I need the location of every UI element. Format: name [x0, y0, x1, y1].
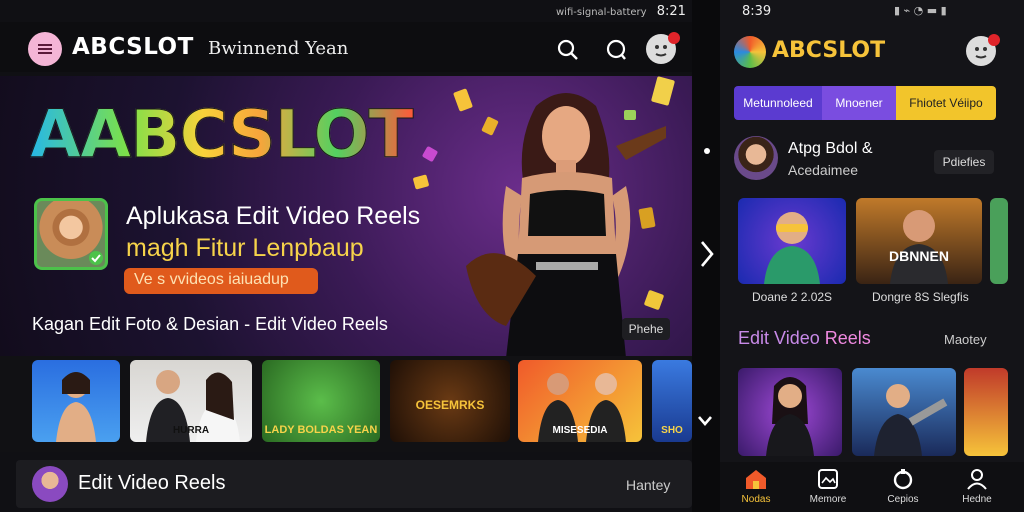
- section-title-a: Edit Video: [738, 328, 820, 348]
- notification-badge: [668, 32, 680, 44]
- brand-subtitle: Bwinnend Yean: [208, 38, 349, 59]
- section-title: Edit Video Reels: [738, 328, 871, 349]
- card-person-image: [890, 210, 948, 284]
- hero-logo: AABCSLOT: [30, 96, 414, 174]
- check-icon: [89, 251, 103, 265]
- hero-tagline: Kagan Edit Foto & Desian - Edit Video Re…: [32, 314, 388, 334]
- nav-label-hedne[interactable]: Hedne: [947, 494, 1007, 505]
- right-notification-badge: [988, 34, 1000, 46]
- signal-icons: wifi-signal-battery: [556, 7, 647, 18]
- gallery-icon[interactable]: [817, 468, 839, 490]
- video-tile[interactable]: SHO: [652, 360, 692, 442]
- profile-handle: Acedaimee: [788, 162, 859, 178]
- section-action[interactable]: Maotey: [944, 332, 987, 347]
- video-card[interactable]: DBNNEN: [856, 198, 982, 284]
- chevron-down-icon[interactable]: [696, 414, 714, 428]
- row-avatar: [32, 466, 68, 502]
- loop-icon[interactable]: [892, 468, 914, 490]
- tile-caption: HURRA: [172, 425, 210, 436]
- dot-indicator: [704, 148, 710, 154]
- video-card[interactable]: [852, 368, 956, 456]
- video-card[interactable]: [738, 198, 846, 284]
- tab-fhiotet[interactable]: Fhiotet Véiipo: [896, 86, 996, 120]
- hero-small-button[interactable]: Phehe: [622, 318, 670, 340]
- status-time: 8:21: [656, 4, 686, 19]
- right-status-icons: ▮ ⌁ ◔ ▬ ▮: [894, 4, 947, 17]
- card-caption: Dongre 8S Slegfis: [872, 290, 969, 304]
- card-person-image: [874, 384, 948, 456]
- chevron-right-icon[interactable]: [696, 238, 716, 270]
- video-tile[interactable]: OESEMRKS: [390, 360, 510, 442]
- video-card[interactable]: [964, 368, 1008, 456]
- comment-icon[interactable]: [604, 38, 628, 62]
- video-tile[interactable]: MISESEDIA: [518, 360, 642, 442]
- tile-caption: MISESEDIA: [552, 425, 608, 436]
- right-brand-title: ABCSLOT: [772, 38, 886, 63]
- search-icon[interactable]: [556, 38, 580, 62]
- tab-bar: Metunnoleed Mnoener Fhiotet Véiipo: [734, 86, 996, 120]
- section-title-b: Reels: [824, 328, 871, 348]
- tile-person-image: [56, 372, 96, 442]
- hamburger-icon: [38, 42, 52, 56]
- row-title: Edit Video Reels: [78, 472, 226, 494]
- profile-name: Atpg Bdol &: [788, 140, 873, 157]
- profile-avatar[interactable]: [734, 136, 778, 180]
- video-tile[interactable]: [32, 360, 120, 442]
- tab-metunnoleed[interactable]: Metunnoleed: [734, 86, 822, 120]
- card-caption: Doane 2 2.02S: [752, 290, 833, 304]
- home-icon[interactable]: [744, 468, 768, 490]
- tile-caption: SHO: [661, 425, 683, 436]
- menu-button[interactable]: [28, 32, 62, 66]
- hero-subheadline: magh Fitur Lenpbaup: [126, 234, 364, 262]
- card-person-image: [764, 212, 820, 284]
- brand-title: ABCSLOT: [72, 34, 194, 60]
- row-action[interactable]: Hantey: [626, 477, 670, 493]
- video-tile[interactable]: LADY BOLDAS YEAN: [262, 360, 380, 442]
- right-status-time: 8:39: [742, 4, 772, 19]
- nav-label-memore[interactable]: Memore: [798, 494, 858, 505]
- video-tile[interactable]: HURRA: [130, 360, 252, 442]
- card-overlay-text: DBNNEN: [889, 248, 949, 264]
- hero-thumbnail[interactable]: [34, 198, 108, 270]
- video-card[interactable]: [990, 198, 1008, 284]
- hero-headline: Aplukasa Edit Video Reels: [126, 202, 421, 230]
- tile-caption: LADY BOLDAS YEAN: [264, 424, 378, 436]
- video-card[interactable]: [738, 368, 842, 456]
- tab-mnoener[interactable]: Mnoener: [822, 86, 896, 120]
- nav-label-nodas[interactable]: Nodas: [726, 494, 786, 505]
- nav-label-cepios[interactable]: Cepios: [873, 494, 933, 505]
- tile-caption: OESEMRKS: [415, 398, 485, 412]
- app-logo-icon: [734, 36, 766, 68]
- status-bar: wifi-signal-battery 8:21: [556, 4, 686, 19]
- profile-action-button[interactable]: Pdiefies: [934, 150, 994, 174]
- person-icon[interactable]: [966, 468, 988, 490]
- hero-pill-button[interactable]: Ve s vvideos iaiuadup: [124, 268, 318, 294]
- card-person-image: [766, 377, 814, 456]
